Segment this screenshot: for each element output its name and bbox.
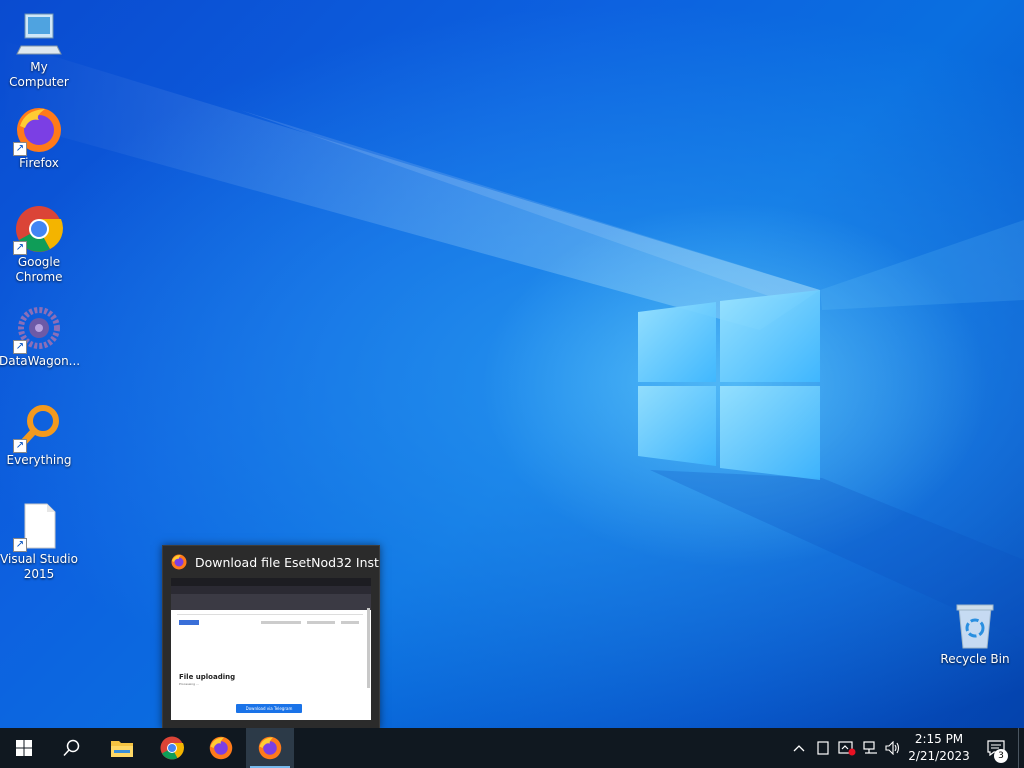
- recycle-bin-icon: [951, 602, 999, 650]
- desktop-icon-datawagon[interactable]: ↗ DataWagon...: [0, 304, 81, 369]
- taskbar: 2:15 PM 2/21/2023 3: [0, 728, 1024, 768]
- thumbnail-subtext: Processing ...: [179, 682, 199, 686]
- show-desktop-button[interactable]: [1018, 728, 1024, 768]
- shortcut-arrow-icon: ↗: [13, 340, 27, 354]
- folder-icon: [111, 741, 133, 757]
- desktop-icon-recycle-bin[interactable]: Recycle Bin: [935, 602, 1015, 667]
- chevron-up-icon: [793, 745, 805, 752]
- shortcut-arrow-icon: ↗: [13, 142, 27, 156]
- taskbar-clock[interactable]: 2:15 PM 2/21/2023: [906, 728, 972, 768]
- start-button[interactable]: [0, 728, 48, 768]
- computer-icon: [15, 10, 63, 58]
- desktop-icon-label: Recycle Bin: [940, 652, 1010, 666]
- thumbnail-download-button: Download via Telegram: [236, 704, 302, 713]
- taskbar-firefox[interactable]: [197, 728, 245, 768]
- desktop-icon-label: Google Chrome: [15, 255, 63, 284]
- desktop-icon-label: Visual Studio 2015: [0, 552, 78, 581]
- desktop-icon-label: My Computer: [9, 60, 69, 89]
- search-button[interactable]: [48, 728, 96, 768]
- taskbar-firefox-running[interactable]: [246, 728, 294, 768]
- windows-logo-wallpaper: [638, 290, 820, 480]
- preview-title: Download file EsetNod32 Install...: [195, 554, 379, 570]
- desktop-icon-my-computer[interactable]: My Computer: [0, 10, 79, 90]
- taskbar-file-explorer[interactable]: [98, 728, 146, 768]
- show-hidden-icons-button[interactable]: [788, 728, 810, 768]
- everything-search-icon: ↗: [13, 403, 63, 453]
- clock-date: 2/21/2023: [908, 749, 970, 763]
- desktop-icon-visual-studio-2015[interactable]: ↗ Visual Studio 2015: [0, 502, 79, 582]
- search-icon: [63, 739, 80, 757]
- preview-title-bar: Download file EsetNod32 Install...: [163, 546, 379, 578]
- desktop-icon-label: DataWagon...: [0, 354, 81, 368]
- tablet-icon: [817, 741, 829, 755]
- action-center-button[interactable]: 3: [978, 728, 1014, 768]
- thumbnail-url-bar: [171, 586, 371, 594]
- firefox-icon: [171, 554, 187, 570]
- desktop-icon-label: Everything: [6, 453, 72, 467]
- desktop-icon-google-chrome[interactable]: ↗ Google Chrome: [0, 205, 79, 285]
- firefox-icon: [209, 736, 233, 760]
- clock-time: 2:15 PM: [914, 732, 964, 746]
- tray-tablet-icon[interactable]: [812, 728, 834, 768]
- desktop-icon-firefox[interactable]: ↗ Firefox: [0, 106, 79, 171]
- thumbnail-notification-bar: [171, 594, 371, 610]
- shortcut-arrow-icon: ↗: [13, 538, 27, 552]
- tray-security-icon[interactable]: [836, 728, 858, 768]
- speaker-icon: [885, 741, 900, 755]
- desktop-icon-everything[interactable]: ↗ Everything: [0, 403, 79, 468]
- windows-start-icon: [16, 740, 32, 756]
- firefox-icon: [258, 736, 282, 760]
- tray-network-icon[interactable]: [860, 728, 882, 768]
- security-alert-icon: [838, 741, 856, 756]
- taskbar-chrome[interactable]: [148, 728, 196, 768]
- taskbar-window-preview[interactable]: Download file EsetNod32 Install... File …: [162, 545, 380, 729]
- thumbnail-heading: File uploading: [179, 673, 236, 681]
- blank-file-icon: ↗: [13, 502, 63, 552]
- shortcut-arrow-icon: ↗: [13, 241, 27, 255]
- network-icon: [863, 741, 877, 754]
- chrome-icon: [160, 736, 184, 760]
- tray-volume-icon[interactable]: [882, 728, 904, 768]
- shortcut-arrow-icon: ↗: [13, 439, 27, 453]
- wallpaper-beams: [0, 40, 1024, 640]
- thumbnail-tab-bar: [171, 578, 371, 586]
- desktop-icon-label: Firefox: [19, 156, 59, 170]
- notification-count-badge: 3: [994, 749, 1008, 763]
- firefox-icon: ↗: [13, 106, 63, 156]
- chrome-icon: ↗: [13, 205, 63, 255]
- preview-thumbnail[interactable]: File uploading Processing ... Download v…: [171, 578, 371, 720]
- datawagon-icon: ↗: [13, 304, 63, 354]
